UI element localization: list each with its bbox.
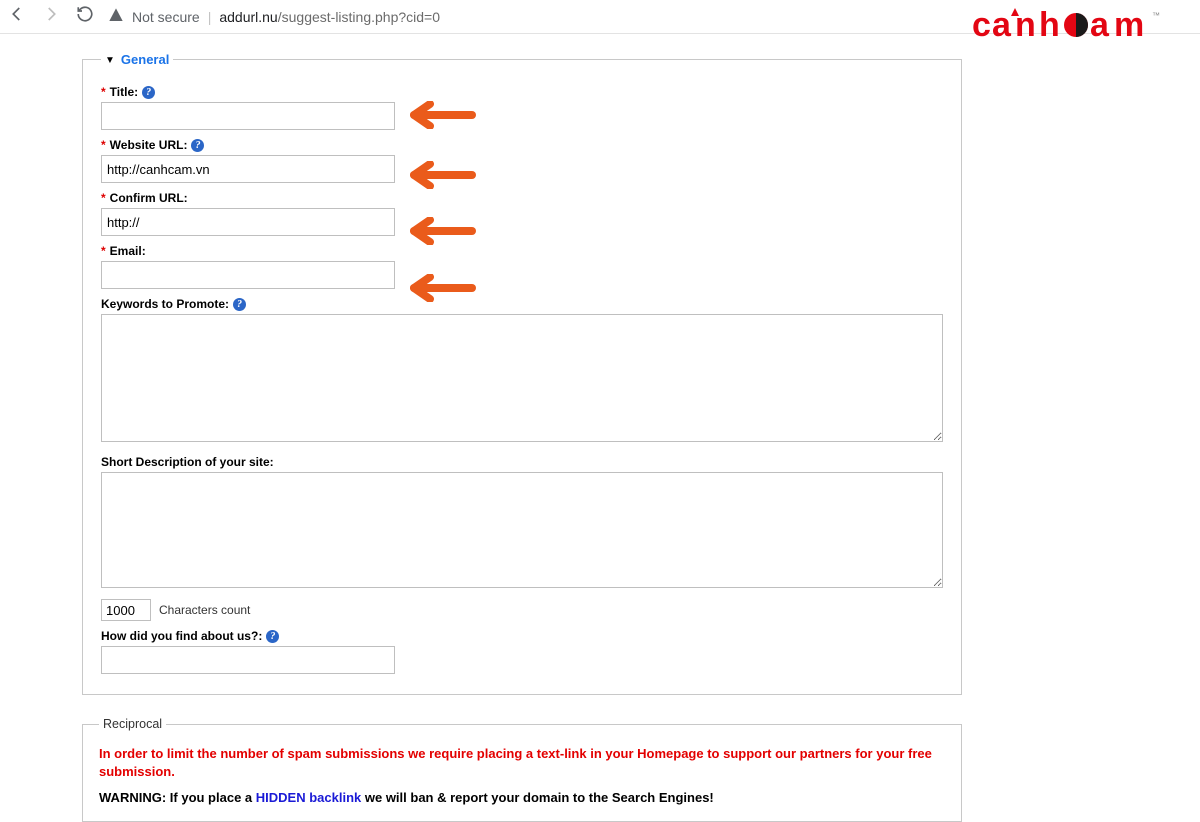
keywords-label: Keywords to Promote: bbox=[101, 297, 229, 311]
reciprocal-warning: WARNING: If you place a HIDDEN backlink … bbox=[99, 790, 945, 805]
security-status: Not secure bbox=[132, 9, 200, 25]
annotation-arrow-icon bbox=[408, 274, 480, 302]
svg-text:™: ™ bbox=[1152, 11, 1160, 20]
char-count-label: Characters count bbox=[159, 603, 250, 617]
required-marker: * bbox=[101, 85, 106, 99]
char-count-value[interactable] bbox=[101, 599, 151, 621]
nav-buttons bbox=[8, 5, 94, 28]
annotation-arrow-icon bbox=[408, 101, 480, 129]
svg-text:a: a bbox=[992, 6, 1012, 44]
how-find-label: How did you find about us?: bbox=[101, 629, 262, 643]
field-email: * Email: bbox=[101, 244, 943, 289]
help-icon[interactable]: ? bbox=[266, 630, 279, 643]
description-label: Short Description of your site: bbox=[101, 455, 274, 469]
forward-button[interactable] bbox=[42, 5, 60, 28]
general-fieldset: ▼General * Title:? * Website URL:? * Confir… bbox=[82, 52, 962, 695]
reciprocal-fieldset: Reciprocal In order to limit the number … bbox=[82, 717, 962, 822]
field-website-url: * Website URL:? bbox=[101, 138, 943, 183]
keywords-textarea[interactable] bbox=[101, 314, 943, 442]
address-separator: | bbox=[208, 9, 212, 25]
help-icon[interactable]: ? bbox=[142, 86, 155, 99]
annotation-arrow-icon bbox=[408, 161, 480, 189]
field-how-find: How did you find about us?:? bbox=[101, 629, 943, 674]
required-marker: * bbox=[101, 138, 106, 152]
collapse-icon: ▼ bbox=[105, 55, 115, 66]
svg-text:a: a bbox=[1090, 6, 1110, 44]
general-legend[interactable]: ▼General bbox=[101, 52, 173, 67]
svg-text:n: n bbox=[1015, 6, 1036, 44]
url-text: addurl.nu/suggest-listing.php?cid=0 bbox=[219, 9, 440, 25]
page-content: ▼General * Title:? * Website URL:? * Confir… bbox=[0, 34, 1200, 822]
confirm-url-input[interactable] bbox=[101, 208, 395, 236]
reciprocal-notice: In order to limit the number of spam sub… bbox=[99, 745, 945, 780]
description-textarea[interactable] bbox=[101, 472, 943, 588]
insecure-icon bbox=[108, 7, 124, 26]
char-count-row: Characters count bbox=[101, 599, 943, 621]
help-icon[interactable]: ? bbox=[191, 139, 204, 152]
required-marker: * bbox=[101, 191, 106, 205]
svg-text:h: h bbox=[1039, 6, 1060, 44]
confirm-url-label: Confirm URL: bbox=[110, 191, 188, 205]
field-keywords: Keywords to Promote:? bbox=[101, 297, 943, 447]
field-description: Short Description of your site: Characte… bbox=[101, 455, 943, 621]
reciprocal-legend: Reciprocal bbox=[99, 717, 166, 731]
email-label: Email: bbox=[110, 244, 146, 258]
title-label: Title: bbox=[110, 85, 138, 99]
reload-button[interactable] bbox=[76, 5, 94, 28]
title-input[interactable] bbox=[101, 102, 395, 130]
help-icon[interactable]: ? bbox=[233, 298, 246, 311]
field-confirm-url: * Confirm URL: bbox=[101, 191, 943, 236]
website-url-label: Website URL: bbox=[110, 138, 188, 152]
brand-watermark: c a n h a m ™ bbox=[972, 6, 1192, 46]
svg-text:c: c bbox=[972, 6, 991, 44]
back-button[interactable] bbox=[8, 5, 26, 28]
svg-text:m: m bbox=[1114, 6, 1144, 44]
field-title: * Title:? bbox=[101, 85, 943, 130]
annotation-arrow-icon bbox=[408, 217, 480, 245]
website-url-input[interactable] bbox=[101, 155, 395, 183]
how-find-input[interactable] bbox=[101, 646, 395, 674]
email-input[interactable] bbox=[101, 261, 395, 289]
required-marker: * bbox=[101, 244, 106, 258]
